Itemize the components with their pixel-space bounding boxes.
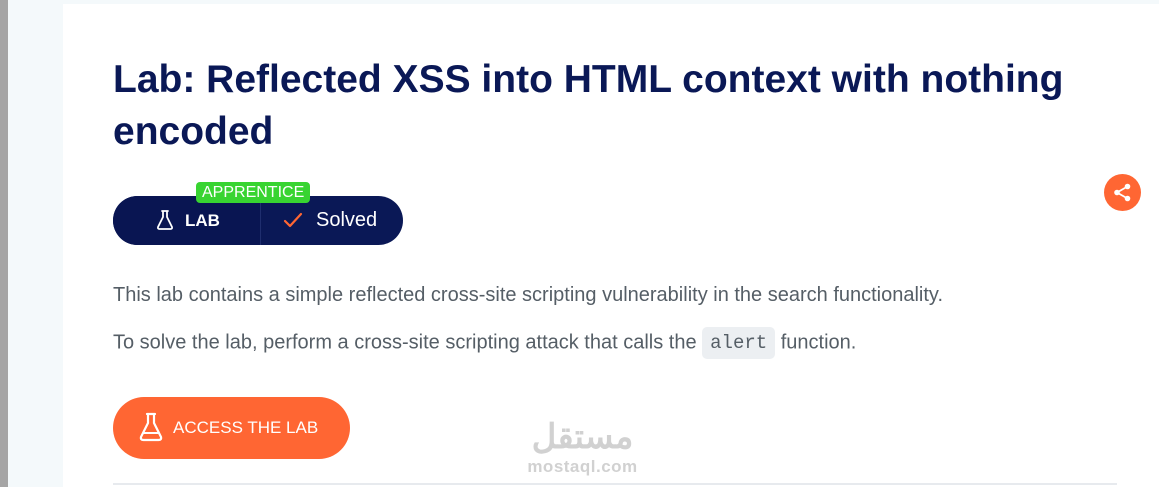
check-icon — [283, 212, 303, 228]
instruction-text-before: To solve the lab, perform a cross-site s… — [113, 331, 697, 354]
page-title: Lab: Reflected XSS into HTML context wit… — [113, 58, 1064, 153]
share-button[interactable] — [1104, 174, 1141, 211]
lab-description: This lab contains a simple reflected cro… — [113, 284, 943, 306]
watermark-latin: mostaql.com — [527, 457, 638, 476]
share-icon — [1114, 183, 1131, 202]
top-strip — [63, 0, 1159, 4]
lab-tag: LAB — [113, 196, 261, 245]
level-badge: APPRENTICE — [196, 182, 311, 203]
lab-instruction: To solve the lab, perform a cross-site s… — [113, 327, 856, 359]
divider — [113, 483, 1117, 485]
left-edge — [0, 0, 8, 487]
watermark-arabic: مستقل — [531, 418, 634, 456]
flask-icon — [139, 412, 163, 442]
instruction-text-after: function. — [780, 331, 857, 354]
flask-icon — [157, 210, 173, 230]
lab-status-pill: LAB Solved — [113, 196, 403, 245]
left-gutter — [8, 0, 63, 487]
alert-code: alert — [702, 327, 776, 359]
lab-tag-label: LAB — [185, 211, 220, 230]
access-lab-button[interactable]: ACCESS THE LAB — [113, 397, 350, 459]
status-label: Solved — [316, 209, 378, 231]
access-lab-label: ACCESS THE LAB — [173, 418, 319, 437]
watermark: مستقل mostaql.com — [515, 418, 650, 478]
